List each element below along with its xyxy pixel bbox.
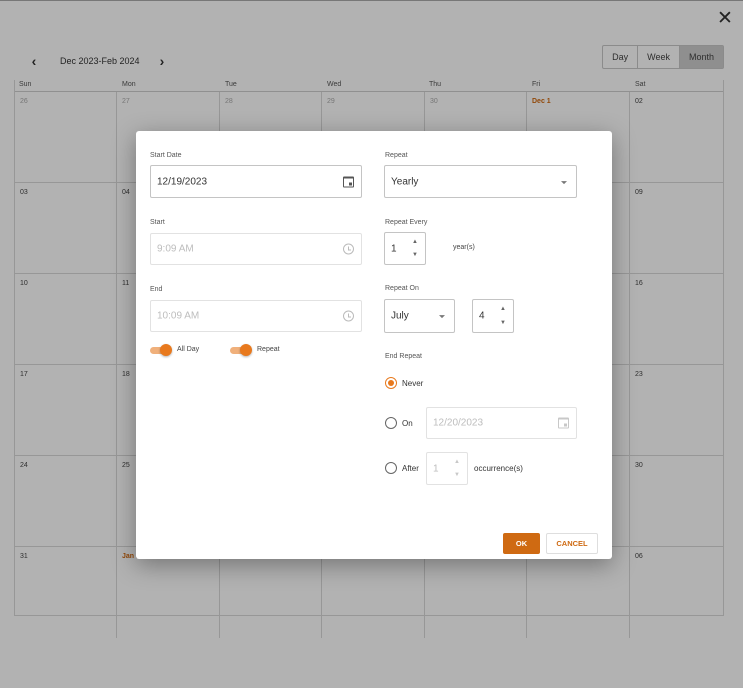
repeat-on-label: Repeat On <box>385 285 419 292</box>
repeat-every-value: 1 <box>391 243 397 254</box>
start-date-label: Start Date <box>150 152 182 159</box>
repeat-on-month-value: July <box>391 310 409 322</box>
ok-button[interactable]: OK <box>503 533 540 554</box>
chevron-down-icon <box>439 315 445 319</box>
decrement-icon[interactable]: ▼ <box>454 472 460 478</box>
end-after-value: 1 <box>433 463 439 474</box>
decrement-icon[interactable]: ▼ <box>500 320 506 326</box>
increment-icon[interactable]: ▲ <box>454 459 460 465</box>
chevron-down-icon <box>561 180 567 184</box>
start-date-value: 12/19/2023 <box>157 176 208 187</box>
end-time-label: End <box>150 286 163 293</box>
end-time-field[interactable]: 10:09 AM <box>150 300 362 332</box>
repeat-every-unit: year(s) <box>453 244 475 251</box>
clock-icon[interactable] <box>343 243 354 255</box>
start-date-field[interactable]: 12/19/2023 <box>150 165 362 198</box>
repeat-toggle[interactable] <box>230 344 252 356</box>
end-on-date-field[interactable]: 12/20/2023 <box>426 407 577 439</box>
end-on-label[interactable]: On <box>402 419 413 428</box>
calendar-icon[interactable] <box>558 417 569 429</box>
calendar-icon[interactable] <box>343 176 354 187</box>
end-never-radio[interactable] <box>385 377 397 389</box>
start-time-value: 9:09 AM <box>157 243 194 255</box>
end-never-label[interactable]: Never <box>402 379 423 388</box>
repeat-every-label: Repeat Every <box>385 219 428 226</box>
end-on-radio[interactable] <box>385 417 397 429</box>
start-time-field[interactable]: 9:09 AM <box>150 233 362 265</box>
top-divider <box>0 0 743 1</box>
decrement-icon[interactable]: ▼ <box>412 252 418 258</box>
all-day-toggle[interactable] <box>150 344 172 356</box>
cancel-button[interactable]: CANCEL <box>546 533 598 554</box>
clock-icon[interactable] <box>343 310 354 322</box>
end-repeat-label: End Repeat <box>385 353 422 360</box>
repeat-toggle-label: Repeat <box>257 346 280 353</box>
increment-icon[interactable]: ▲ <box>500 306 506 312</box>
repeat-label: Repeat <box>385 152 408 159</box>
end-after-stepper[interactable]: 1 ▲ ▼ <box>426 452 468 485</box>
end-after-radio[interactable] <box>385 462 397 474</box>
repeat-dropdown[interactable]: Yearly <box>384 165 577 198</box>
start-time-label: Start <box>150 219 165 226</box>
event-editor-dialog: Start Date 12/19/2023 Start 9:09 AM End … <box>136 131 612 559</box>
repeat-on-day-value: 4 <box>479 310 485 322</box>
repeat-value: Yearly <box>391 176 419 187</box>
toggle-thumb <box>240 344 252 356</box>
repeat-every-stepper[interactable]: 1 ▲ ▼ <box>384 232 426 265</box>
toggle-thumb <box>160 344 172 356</box>
end-after-unit: occurrence(s) <box>474 464 523 473</box>
all-day-label: All Day <box>177 346 200 353</box>
end-after-label[interactable]: After <box>402 464 419 473</box>
repeat-on-day-stepper[interactable]: 4 ▲ ▼ <box>472 299 514 333</box>
end-time-value: 10:09 AM <box>157 310 200 322</box>
end-on-date-value: 12/20/2023 <box>433 417 484 429</box>
repeat-on-month-dropdown[interactable]: July <box>384 299 455 333</box>
increment-icon[interactable]: ▲ <box>412 239 418 245</box>
